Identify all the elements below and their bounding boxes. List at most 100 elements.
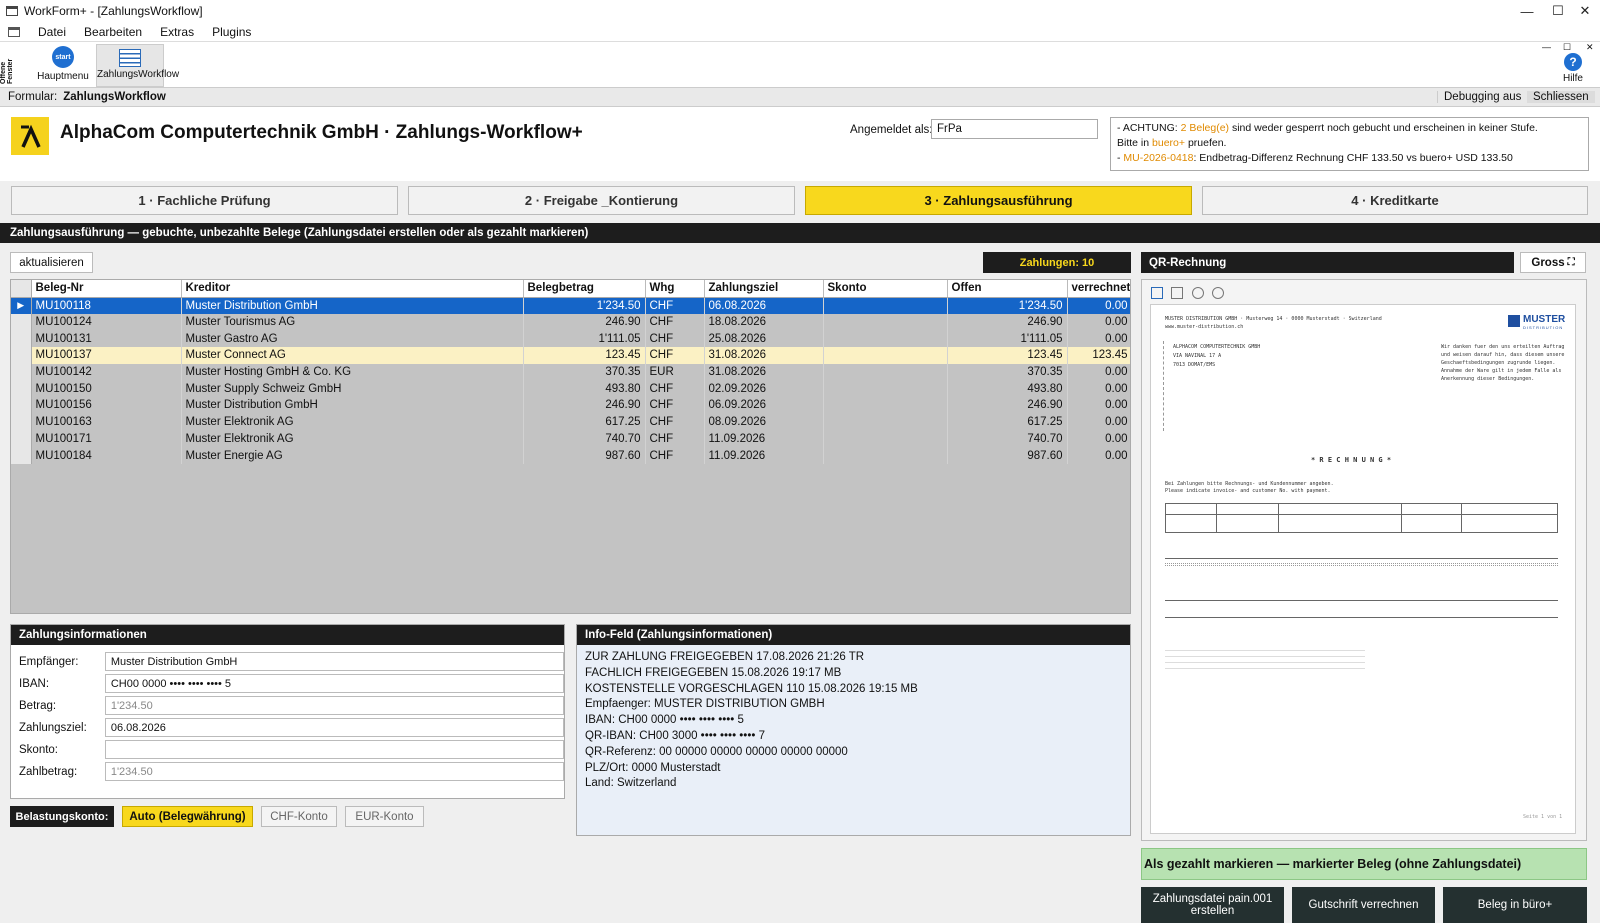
warning-line-2: Bitte in buero+ pruefen. (1117, 136, 1582, 151)
col-verrechnet[interactable]: verrechnet (1067, 280, 1130, 298)
menu-extras[interactable]: Extras (160, 25, 194, 39)
table-row[interactable]: MU100137 Muster Connect AG 123.45 CHF 31… (11, 347, 1130, 364)
col-kreditor[interactable]: Kreditor (181, 280, 524, 298)
cell-belegbetrag: 617.25 (523, 413, 646, 431)
sub-close-button[interactable]: ✕ (1586, 42, 1594, 53)
table-row[interactable]: MU100156 Muster Distribution GmbH 246.90… (11, 397, 1130, 414)
viewer-tool-3-icon[interactable] (1192, 287, 1204, 299)
warning-box: - ACHTUNG: 2 Beleg(e) sind weder gesperr… (1110, 117, 1589, 171)
hauptmenu-label: Hauptmenu (37, 71, 89, 82)
cell-kreditor: Muster Energie AG (181, 447, 524, 464)
konto-auto-button[interactable]: Auto (Belegwährung) (122, 806, 253, 827)
doc-addr-3: 7013 DOMAT/EMS (1173, 362, 1216, 368)
menu-plugins[interactable]: Plugins (212, 25, 251, 39)
tab-fachliche-pruefung[interactable]: 1 · Fachliche Prüfung (11, 186, 398, 215)
table-row[interactable]: MU100131 Muster Gastro AG 1'111.05 CHF 2… (11, 330, 1130, 348)
table-row[interactable]: ▶ MU100118 Muster Distribution GmbH 1'23… (11, 297, 1130, 314)
tab-zahlungsausfuehrung[interactable]: 3 · Zahlungsausführung (805, 186, 1192, 215)
info-field-text[interactable]: ZUR ZAHLUNG FREIGEGEBEN 17.08.2026 21:26… (577, 645, 1130, 792)
info-line: FACHLICH FREIGEGEBEN 15.08.2026 19:17 MB (585, 666, 842, 679)
menu-datei[interactable]: Datei (38, 25, 66, 39)
input-skonto[interactable] (104, 740, 564, 759)
viewer-tool-4-icon[interactable] (1212, 287, 1224, 299)
open-windows-label[interactable]: Offene Fenster (0, 48, 14, 84)
input-zahlungsziel[interactable]: 06.08.2026 (104, 718, 564, 737)
create-pain-button[interactable]: Zahlungsdatei pain.001 erstellen (1141, 887, 1284, 923)
viewer-tool-2-icon[interactable] (1171, 287, 1183, 299)
zahlungsworkflow-button[interactable]: ZahlungsWorkflow (96, 44, 179, 87)
table-row[interactable]: MU100163 Muster Elektronik AG 617.25 CHF… (11, 413, 1130, 431)
warn2-link[interactable]: buero+ (1152, 137, 1185, 149)
warn3-link[interactable]: MU-2026-0418 (1123, 152, 1193, 164)
user-field[interactable]: FrPa (931, 119, 1098, 139)
payments-table[interactable]: Beleg-Nr Kreditor Belegbetrag Whg Zahlun… (10, 279, 1131, 614)
beleg-buero-button[interactable]: Beleg in büro+ (1443, 887, 1587, 923)
tab-freigabe-kontierung[interactable]: 2 · Freigabe _Kontierung (408, 186, 795, 215)
menu-bearbeiten[interactable]: Bearbeiten (84, 25, 142, 39)
schliessen-button[interactable]: Schliessen (1527, 91, 1595, 103)
sub-minimize-button[interactable]: — (1542, 42, 1551, 52)
info-line: ZUR ZAHLUNG FREIGEGEBEN 17.08.2026 21:26… (585, 651, 865, 663)
row-indicator (11, 397, 32, 414)
cell-kreditor: Muster Elektronik AG (181, 430, 524, 448)
viewer-tool-1-icon[interactable] (1151, 287, 1163, 299)
col-offen[interactable]: Offen (947, 280, 1068, 298)
table-row[interactable]: MU100124 Muster Tourismus AG 246.90 CHF … (11, 313, 1130, 331)
cell-zahlungsziel: 18.08.2026 (704, 313, 824, 331)
cell-zahlungsziel: 08.09.2026 (704, 413, 824, 431)
refresh-button[interactable]: aktualisieren (10, 252, 93, 273)
cell-verrechnet: 0.00 (1067, 380, 1130, 398)
cell-offen: 246.90 (947, 313, 1068, 331)
start-icon: start (52, 46, 74, 68)
cell-kreditor: Muster Distribution GmbH (181, 297, 524, 314)
minimize-button[interactable]: — (1512, 0, 1542, 22)
gross-button[interactable]: Gross ⛶ (1520, 252, 1586, 273)
document-viewer[interactable]: MUSTER DISTRIBUTION GMBH · Musterweg 14 … (1141, 279, 1587, 841)
app-icon (6, 6, 18, 16)
field-iban: IBAN: CH00 0000 •••• •••• •••• 5 (19, 673, 564, 694)
maximize-button[interactable]: ☐ (1543, 0, 1573, 22)
table-row[interactable]: MU100184 Muster Energie AG 987.60 CHF 11… (11, 447, 1130, 464)
row-indicator (11, 447, 32, 464)
table-row[interactable]: MU100150 Muster Supply Schweiz GmbH 493.… (11, 380, 1130, 398)
tab-kreditkarte[interactable]: 4 · Kreditkarte (1202, 186, 1588, 215)
hauptmenu-button[interactable]: start Hauptmenu (34, 46, 92, 86)
toolbar: Offene Fenster start Hauptmenu ZahlungsW… (0, 42, 1600, 88)
col-skonto[interactable]: Skonto (823, 280, 948, 298)
sub-maximize-button[interactable]: ☐ (1563, 42, 1571, 53)
cell-belegbetrag: 246.90 (523, 313, 646, 331)
cell-beleg-nr: MU100156 (31, 397, 182, 414)
row-indicator (11, 330, 32, 348)
col-beleg-nr[interactable]: Beleg-Nr (31, 280, 182, 298)
konto-chf-button[interactable]: CHF-Konto (261, 806, 337, 827)
input-iban[interactable]: CH00 0000 •••• •••• •••• 5 (104, 674, 564, 693)
qr-title: QR-Rechnung (1141, 252, 1514, 273)
menu-icon[interactable] (8, 26, 20, 37)
input-empfaenger[interactable]: Muster Distribution GmbH (104, 652, 564, 671)
col-belegbetrag[interactable]: Belegbetrag (523, 280, 646, 298)
close-button[interactable]: ✕ (1570, 0, 1600, 22)
info-line: Land: Switzerland (585, 777, 677, 790)
mark-paid-button[interactable]: Als gezahlt markieren — markierter Beleg… (1141, 848, 1587, 880)
table-row[interactable]: MU100171 Muster Elektronik AG 740.70 CHF… (11, 430, 1130, 448)
col-zahlungsziel[interactable]: Zahlungsziel (704, 280, 824, 298)
muster-brand: MUSTER (1523, 314, 1566, 325)
cell-zahlungsziel: 11.09.2026 (704, 447, 824, 464)
cell-kreditor: Muster Connect AG (181, 347, 524, 364)
cell-whg: CHF (645, 397, 705, 414)
debug-button[interactable]: Debugging aus (1437, 91, 1527, 103)
input-betrag: 1'234.50 (104, 696, 564, 715)
table-row[interactable]: MU100142 Muster Hosting GmbH & Co. KG 37… (11, 363, 1130, 381)
gutschrift-button[interactable]: Gutschrift verrechnen (1292, 887, 1435, 923)
col-whg[interactable]: Whg (645, 280, 705, 298)
info-line: KOSTENSTELLE VORGESCHLAGEN 110 15.08.202… (585, 682, 918, 695)
cell-skonto (823, 430, 948, 448)
warn1-link[interactable]: 2 Beleg(e) (1181, 122, 1229, 134)
field-zahlbetrag: Zahlbetrag: 1'234.50 (19, 761, 564, 782)
help-button[interactable]: ? Hilfe (1556, 53, 1590, 84)
list-icon (119, 49, 141, 67)
create-pain-label-1: Zahlungsdatei pain.001 (1152, 893, 1273, 905)
cell-kreditor: Muster Hosting GmbH & Co. KG (181, 363, 524, 381)
label-iban: IBAN: (19, 677, 50, 690)
konto-eur-button[interactable]: EUR-Konto (345, 806, 424, 827)
